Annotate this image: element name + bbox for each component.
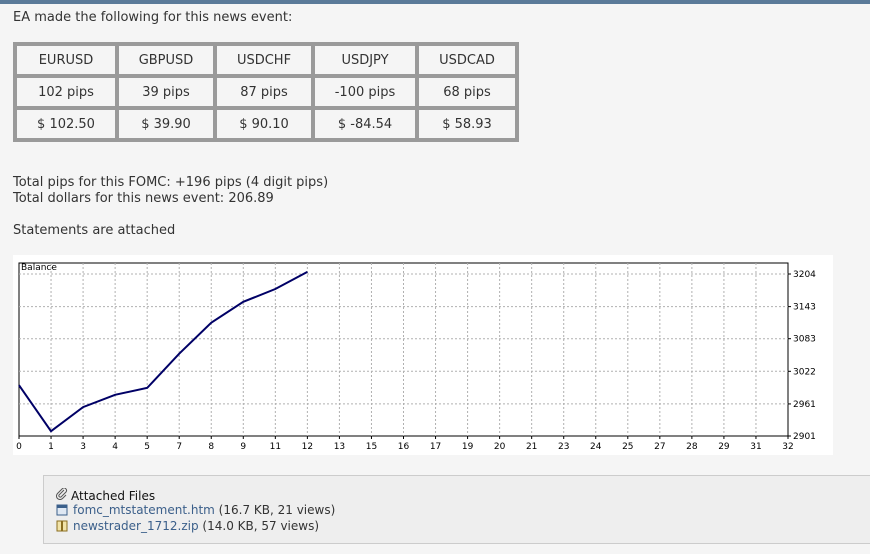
x-tick-label: 32 xyxy=(782,442,793,452)
balance-chart: 0 1 3 4 5 7 8 9 11 12 13 15 16 17 19 20 21 23 24 25 27 28 29 31… xyxy=(13,255,833,455)
attachment-item: newstrader_1712.zip (14.0 KB, 57 views) xyxy=(56,519,319,533)
attachment-link-zip[interactable]: newstrader_1712.zip xyxy=(73,519,199,533)
zip-file-icon xyxy=(56,520,68,532)
table-header-cell: USDCAD xyxy=(417,44,517,76)
attachments-panel: Attached Files fomc_mtstatement.htm (16.… xyxy=(43,475,870,544)
x-tick-label: 9 xyxy=(240,442,246,452)
attachment-meta: (14.0 KB, 57 views) xyxy=(202,519,320,533)
paperclip-icon xyxy=(55,487,68,503)
attachment-item: fomc_mtstatement.htm (16.7 KB, 21 views) xyxy=(56,503,335,517)
table-header-cell: EURUSD xyxy=(15,44,117,76)
attachments-title-label: Attached Files xyxy=(71,489,156,503)
table-header-cell: USDJPY xyxy=(313,44,417,76)
statements-note: Statements are attached xyxy=(13,223,176,238)
table-row: EURUSD GBPUSD USDCHF USDJPY USDCAD xyxy=(15,44,517,76)
x-tick-label: 13 xyxy=(334,442,345,452)
x-tick-label: 24 xyxy=(590,442,602,452)
table-header-cell: USDCHF xyxy=(215,44,313,76)
pips-cell: 102 pips xyxy=(15,76,117,108)
y-tick-label: 3204 xyxy=(793,270,816,280)
table-header-cell: GBPUSD xyxy=(117,44,215,76)
dollars-cell: $ 102.50 xyxy=(15,108,117,140)
results-table: EURUSD GBPUSD USDCHF USDJPY USDCAD 102 p… xyxy=(13,42,519,142)
pips-cell: 39 pips xyxy=(117,76,215,108)
x-tick-label: 25 xyxy=(622,442,633,452)
x-tick-label: 16 xyxy=(398,442,410,452)
x-tick-label: 28 xyxy=(686,442,698,452)
balance-chart-svg: 0 1 3 4 5 7 8 9 11 12 13 15 16 17 19 20 21 23 24 25 27 28 29 31… xyxy=(16,262,816,452)
total-pips-text: Total pips for this FOMC: +196 pips (4 d… xyxy=(13,175,329,190)
pips-cell: -100 pips xyxy=(313,76,417,108)
x-tick-label: 29 xyxy=(718,442,730,452)
y-tick-label: 3143 xyxy=(793,303,816,313)
attachment-link-htm[interactable]: fomc_mtstatement.htm xyxy=(73,503,215,517)
pips-cell: 87 pips xyxy=(215,76,313,108)
dollars-cell: $ 58.93 xyxy=(417,108,517,140)
dollars-cell: $ -84.54 xyxy=(313,108,417,140)
x-tick-label: 0 xyxy=(16,442,22,452)
x-tick-label: 19 xyxy=(462,442,474,452)
y-tick-label: 2901 xyxy=(793,432,816,442)
attachment-meta: (16.7 KB, 21 views) xyxy=(218,503,336,517)
x-tick-label: 7 xyxy=(176,442,182,452)
chart-title: Balance xyxy=(21,263,57,273)
top-border xyxy=(0,0,870,4)
x-tick-label: 5 xyxy=(144,442,150,452)
x-tick-label: 11 xyxy=(270,442,281,452)
y-tick-label: 3083 xyxy=(793,335,816,345)
y-tick-label: 3022 xyxy=(793,367,816,377)
x-tick-label: 31 xyxy=(750,442,761,452)
html-file-icon xyxy=(56,504,68,516)
x-tick-label: 23 xyxy=(558,442,569,452)
x-tick-label: 17 xyxy=(430,442,441,452)
x-tick-label: 12 xyxy=(302,442,313,452)
x-tick-label: 15 xyxy=(366,442,377,452)
x-tick-label: 27 xyxy=(654,442,665,452)
table-row: 102 pips 39 pips 87 pips -100 pips 68 pi… xyxy=(15,76,517,108)
x-tick-label: 1 xyxy=(48,442,54,452)
total-dollars-text: Total dollars for this news event: 206.8… xyxy=(13,191,274,206)
attachments-title: Attached Files xyxy=(55,487,156,503)
x-tick-label: 21 xyxy=(526,442,537,452)
x-tick-label: 4 xyxy=(112,442,118,452)
pips-cell: 68 pips xyxy=(417,76,517,108)
x-tick-label: 3 xyxy=(80,442,86,452)
y-tick-label: 2961 xyxy=(793,400,816,410)
x-tick-label: 8 xyxy=(208,442,214,452)
dollars-cell: $ 90.10 xyxy=(215,108,313,140)
dollars-cell: $ 39.90 xyxy=(117,108,215,140)
table-row: $ 102.50 $ 39.90 $ 90.10 $ -84.54 $ 58.9… xyxy=(15,108,517,140)
intro-text: EA made the following for this news even… xyxy=(13,10,293,25)
x-tick-label: 20 xyxy=(494,442,506,452)
